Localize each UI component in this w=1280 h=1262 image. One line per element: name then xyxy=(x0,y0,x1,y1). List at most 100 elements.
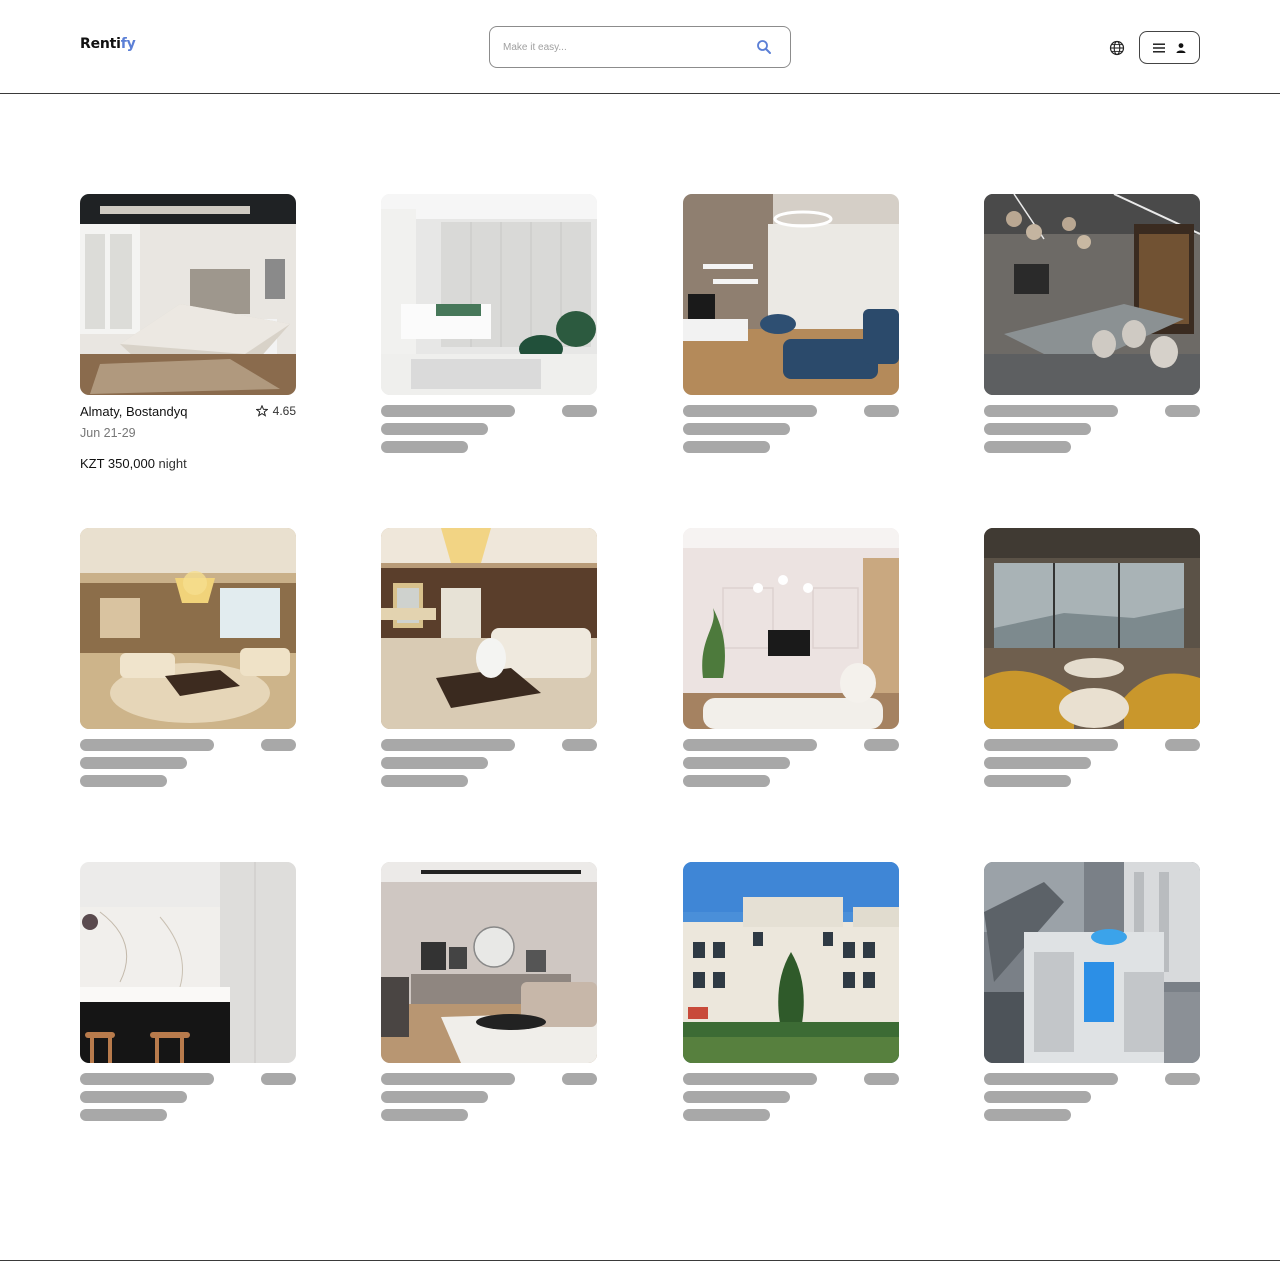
skeleton-price xyxy=(381,441,468,453)
skeleton-dates xyxy=(984,757,1091,769)
logo-text-accent: fy xyxy=(120,36,136,52)
skeleton-price xyxy=(683,441,770,453)
user-menu-button[interactable] xyxy=(1139,31,1200,64)
footer-divider xyxy=(0,1260,1280,1261)
skeleton-title xyxy=(381,1073,515,1085)
listing-card[interactable] xyxy=(381,862,597,1143)
skeleton-rating xyxy=(1165,739,1200,751)
skeleton-title xyxy=(984,405,1118,417)
listing-info: Almaty, Bostandyq 4.65 Jun 21-29 KZT 350… xyxy=(80,395,296,475)
skeleton-price xyxy=(381,1109,468,1121)
globe-icon[interactable] xyxy=(1109,40,1125,56)
listing-card[interactable] xyxy=(984,194,1200,475)
skeleton-price xyxy=(984,441,1071,453)
photo-bedroom xyxy=(80,194,296,395)
skeleton-rating xyxy=(864,1073,899,1085)
photo-grand-living-chandelier xyxy=(80,528,296,729)
listing-card[interactable]: Almaty, Bostandyq 4.65 Jun 21-29 KZT 350… xyxy=(80,194,296,475)
listing-card[interactable] xyxy=(381,528,597,809)
listing-rating: 4.65 xyxy=(255,404,296,418)
listing-photo[interactable] xyxy=(381,194,597,395)
listing-photo[interactable] xyxy=(683,528,899,729)
listing-info-loading xyxy=(80,1063,296,1143)
skeleton-price xyxy=(683,775,770,787)
listing-photo[interactable] xyxy=(80,194,296,395)
skeleton-rating xyxy=(562,1073,597,1085)
listing-photo[interactable] xyxy=(80,862,296,1063)
listing-price: KZT 350,000 night xyxy=(80,456,187,471)
skeleton-dates xyxy=(381,757,488,769)
skeleton-dates xyxy=(984,423,1091,435)
star-icon xyxy=(255,405,268,417)
skeleton-dates xyxy=(381,1091,488,1103)
rentify-logo[interactable]: Rentify xyxy=(80,36,136,52)
search-icon[interactable] xyxy=(756,39,772,55)
skeleton-dates xyxy=(381,423,488,435)
listing-info-loading xyxy=(683,395,899,475)
skeleton-price xyxy=(984,1109,1071,1121)
skeleton-price xyxy=(80,775,167,787)
skeleton-rating xyxy=(864,739,899,751)
photo-dining-chandeliers xyxy=(984,194,1200,395)
top-header: Rentify xyxy=(0,0,1280,94)
photo-panoramic-window-lounge xyxy=(984,528,1200,729)
listing-info-loading xyxy=(80,729,296,809)
photo-white-living-room xyxy=(683,528,899,729)
listing-card[interactable] xyxy=(984,862,1200,1143)
listing-info-loading xyxy=(381,395,597,475)
hamburger-icon xyxy=(1153,43,1165,53)
photo-townhouse-exterior xyxy=(683,862,899,1063)
price-unit: night xyxy=(158,456,187,471)
listing-photo[interactable] xyxy=(984,194,1200,395)
listing-card[interactable] xyxy=(984,528,1200,809)
skeleton-rating xyxy=(562,405,597,417)
skeleton-dates xyxy=(80,1091,187,1103)
listing-card[interactable] xyxy=(80,528,296,809)
skeleton-title xyxy=(80,739,214,751)
listing-info-loading xyxy=(683,729,899,809)
skeleton-dates xyxy=(683,1091,790,1103)
rating-value: 4.65 xyxy=(272,404,296,418)
listing-info-loading xyxy=(683,1063,899,1143)
listing-photo[interactable] xyxy=(683,194,899,395)
skeleton-title xyxy=(683,739,817,751)
skeleton-rating xyxy=(562,739,597,751)
photo-aerial-pool-complex xyxy=(984,862,1200,1063)
skeleton-title xyxy=(984,739,1118,751)
photo-modern-living-sectional xyxy=(381,862,597,1063)
listing-photo[interactable] xyxy=(984,528,1200,729)
skeleton-rating xyxy=(261,739,296,751)
listing-location: Almaty, Bostandyq xyxy=(80,404,188,419)
listing-photo[interactable] xyxy=(80,528,296,729)
skeleton-dates xyxy=(80,757,187,769)
listing-card[interactable] xyxy=(683,528,899,809)
listing-photo[interactable] xyxy=(984,862,1200,1063)
listing-info-loading xyxy=(984,395,1200,475)
listing-card[interactable] xyxy=(683,194,899,475)
photo-classic-living-mirror xyxy=(381,528,597,729)
listing-photo[interactable] xyxy=(381,528,597,729)
listing-info-loading xyxy=(984,729,1200,809)
skeleton-title xyxy=(683,405,817,417)
skeleton-price xyxy=(381,775,468,787)
skeleton-price xyxy=(984,775,1071,787)
photo-marble-kitchen xyxy=(80,862,296,1063)
skeleton-title xyxy=(984,1073,1118,1085)
photo-living-room-blue-sofa xyxy=(683,194,899,395)
skeleton-title xyxy=(683,1073,817,1085)
search-input[interactable] xyxy=(503,39,743,55)
price-amount: KZT 350,000 xyxy=(80,456,155,471)
search-bar[interactable] xyxy=(489,26,791,68)
listing-dates: Jun 21-29 xyxy=(80,426,136,440)
listing-card[interactable] xyxy=(683,862,899,1143)
listing-photo[interactable] xyxy=(381,862,597,1063)
listing-photo[interactable] xyxy=(683,862,899,1063)
photo-bedroom-wardrobe xyxy=(381,194,597,395)
listing-card[interactable] xyxy=(381,194,597,475)
skeleton-dates xyxy=(984,1091,1091,1103)
skeleton-price xyxy=(683,1109,770,1121)
listing-info-loading xyxy=(381,1063,597,1143)
skeleton-rating xyxy=(864,405,899,417)
listing-card[interactable] xyxy=(80,862,296,1143)
skeleton-rating xyxy=(261,1073,296,1085)
